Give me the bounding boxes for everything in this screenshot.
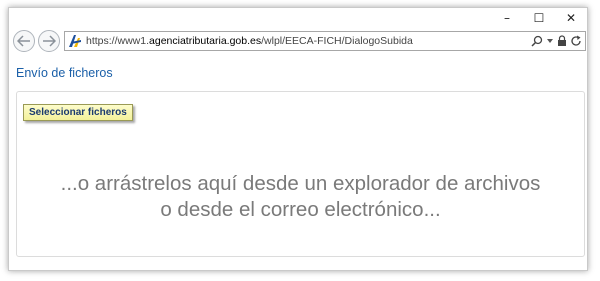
chevron-down-icon[interactable] [546,37,554,45]
url-path: /wlpl/EECA-FICH/DialogoSubida [261,35,413,47]
page-content: Envío de ficheros Seleccionar ficheros .… [10,55,586,269]
title-bar: – ☐ ✕ [9,8,587,28]
agencia-tributaria-favicon [69,35,81,47]
browser-window: – ☐ ✕ https://www1.agenciatributaria.gob… [8,7,588,271]
url-domain: agenciatributaria.gob.es [149,35,262,47]
drop-instructions-line-1: ...o arrástrelos aquí desde un explorado… [60,172,541,195]
file-drop-zone[interactable]: Seleccionar ficheros ...o arrástrelos aq… [16,91,585,257]
page-title: Envío de ficheros [16,66,113,80]
maximize-button[interactable]: ☐ [525,10,553,26]
forward-arrow-icon [43,35,56,47]
drop-instructions: ...o arrástrelos aquí desde un explorado… [17,171,584,223]
minimize-button[interactable]: – [493,10,521,26]
navigation-bar: https://www1.agenciatributaria.gob.es/wl… [9,28,587,54]
lock-icon[interactable] [557,35,567,47]
refresh-icon[interactable] [570,35,582,47]
select-files-button[interactable]: Seleccionar ficheros [23,104,133,121]
search-icon[interactable] [531,35,543,47]
close-button[interactable]: ✕ [557,10,585,26]
back-arrow-icon [17,35,30,47]
forward-button[interactable] [38,30,60,52]
address-bar[interactable]: https://www1.agenciatributaria.gob.es/wl… [64,31,586,51]
back-button[interactable] [13,30,35,52]
url-text[interactable]: https://www1.agenciatributaria.gob.es/wl… [86,34,413,48]
drop-instructions-line-2: o desde el correo electrónico... [160,198,441,221]
url-prefix: https://www1. [86,35,150,47]
